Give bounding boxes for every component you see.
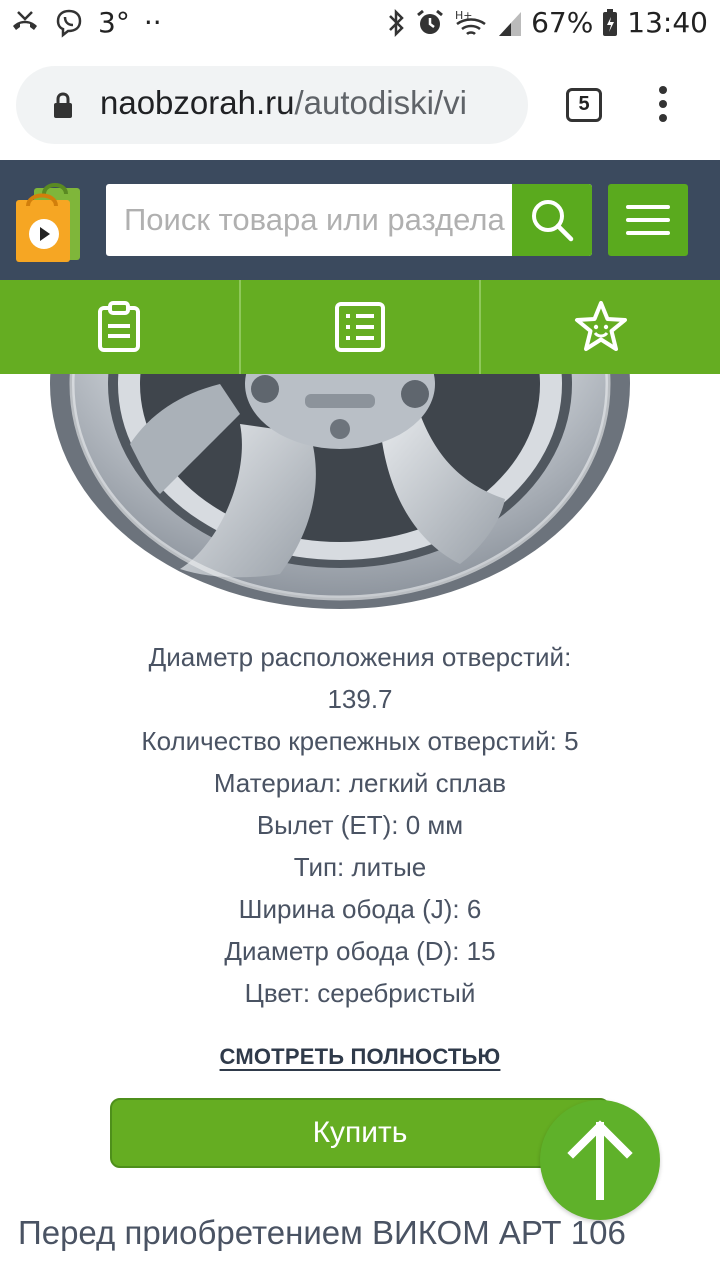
arrow-up-icon xyxy=(567,1120,633,1200)
missed-call-icon xyxy=(13,10,37,30)
spec-line: Диаметр расположения отверстий: xyxy=(148,642,572,672)
browser-toolbar: naobzorah.ru/autodiski/vi 5 xyxy=(0,48,720,160)
star-icon xyxy=(574,301,627,351)
hamburger-icon xyxy=(626,205,670,209)
spec-line: Материал: легкий сплав xyxy=(213,768,507,798)
nav-item-catalog[interactable] xyxy=(241,280,482,374)
lock-icon xyxy=(54,92,72,118)
site-header xyxy=(0,160,720,280)
buy-button[interactable]: Купить xyxy=(110,1098,610,1168)
spec-line: Цвет: серебристый xyxy=(244,978,476,1008)
product-image xyxy=(40,374,680,624)
category-nav xyxy=(0,280,720,374)
clock: 13:40 xyxy=(627,6,708,39)
alloy-wheel-image xyxy=(50,374,630,609)
notification-temperature: 3° xyxy=(98,6,130,39)
spec-line: 139.7 xyxy=(327,684,393,714)
scroll-to-top-button[interactable] xyxy=(540,1100,660,1220)
spec-line: Вылет (ET): 0 мм xyxy=(256,810,464,840)
more-notifications-icon: ·· xyxy=(143,6,162,39)
search-input[interactable] xyxy=(106,184,512,256)
show-more-link[interactable]: СМОТРЕТЬ ПОЛНОСТЬЮ xyxy=(220,1044,501,1069)
spec-line: Количество крепежных отверстий: 5 xyxy=(141,726,579,756)
search-icon xyxy=(532,200,574,242)
site-logo-icon[interactable] xyxy=(14,180,86,264)
battery-icon xyxy=(603,8,618,36)
nav-item-reviews[interactable] xyxy=(0,280,241,374)
bluetooth-icon xyxy=(389,8,404,37)
overflow-menu-icon[interactable] xyxy=(658,86,668,126)
spec-line: Ширина обода (J): 6 xyxy=(238,894,482,924)
product-specs: Диаметр расположения отверстий: 139.7 Ко… xyxy=(0,636,720,1014)
search-button[interactable] xyxy=(512,184,592,256)
nav-item-favorites[interactable] xyxy=(481,280,720,374)
tab-switcher-button[interactable]: 5 xyxy=(566,88,602,122)
wifi-icon: H+ xyxy=(455,9,486,35)
battery-percent: 67% xyxy=(531,6,594,39)
list-icon xyxy=(335,302,385,352)
address-bar[interactable]: naobzorah.ru/autodiski/vi xyxy=(16,66,528,144)
clipboard-icon xyxy=(98,301,141,352)
menu-button[interactable] xyxy=(608,184,688,256)
show-more-container: СМОТРЕТЬ ПОЛНОСТЬЮ xyxy=(0,1044,720,1070)
site-search xyxy=(106,184,592,256)
spec-line: Диаметр обода (D): 15 xyxy=(224,936,496,966)
status-bar: 3° ·· H+ 67% 13:40 xyxy=(0,0,720,48)
signal-icon xyxy=(499,11,522,36)
alarm-icon xyxy=(417,9,443,34)
viber-icon xyxy=(56,9,82,38)
spec-line: Тип: литые xyxy=(293,852,427,882)
url-text: naobzorah.ru/autodiski/vi xyxy=(100,84,467,121)
section-heading: Перед приобретением ВИКОМ АРТ 106 xyxy=(18,1214,626,1251)
